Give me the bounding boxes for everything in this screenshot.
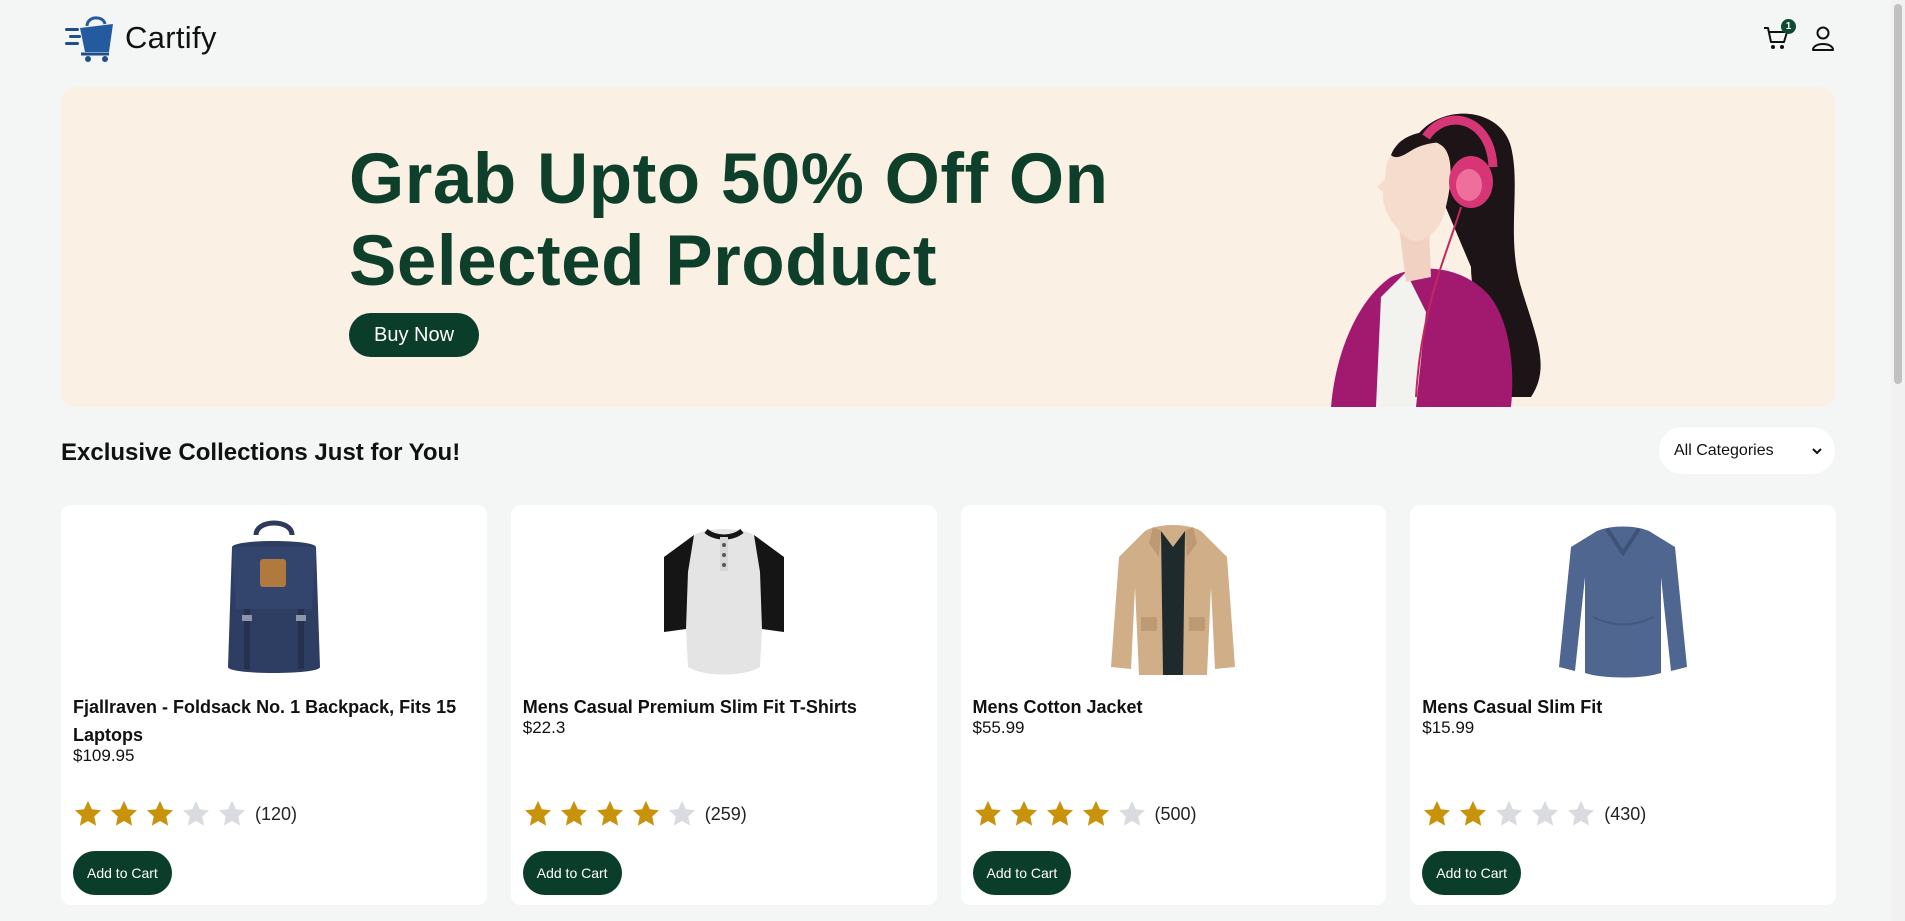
star-filled-icon	[632, 800, 659, 826]
scrollbar-thumb[interactable]	[1894, 4, 1902, 384]
header: Cartify 1	[61, 0, 1836, 86]
product-price: $22.3	[522, 718, 566, 737]
add-to-cart-button[interactable]: Add to Cart	[522, 851, 622, 895]
cart-count-badge: 1	[1781, 19, 1796, 34]
star-filled-icon	[1460, 800, 1487, 826]
add-to-cart-button[interactable]: Add to Cart	[1422, 851, 1522, 895]
longsleeve-icon	[1559, 526, 1688, 678]
logo[interactable]: Cartify	[63, 14, 217, 62]
jacket-icon	[1111, 525, 1236, 675]
backpack-icon	[227, 520, 320, 673]
product-price: $109.95	[73, 746, 135, 765]
hero-title-line1: Grab Upto 50% Off On	[349, 140, 1109, 219]
product-rating: (500)	[973, 799, 1197, 829]
product-card[interactable]: Mens Casual Premium Slim Fit T-Shirts $2…	[510, 505, 937, 905]
hero-title: Grab Upto 50% Off On Selected Product	[349, 139, 1249, 303]
star-filled-icon	[1010, 800, 1037, 826]
buy-now-button[interactable]: Buy Now	[349, 313, 480, 357]
star-filled-icon	[1424, 800, 1451, 826]
product-card[interactable]: Mens Cotton Jacket $55.99 (500) Add to C…	[960, 505, 1387, 905]
product-rating: (259)	[523, 799, 747, 829]
star-filled-icon	[75, 800, 101, 826]
add-to-cart-button[interactable]: Add to Cart	[73, 851, 172, 895]
star-filled-icon	[147, 800, 173, 826]
product-card[interactable]: Fjallraven - Foldsack No. 1 Backpack, Fi…	[61, 505, 487, 905]
rating-count: (430)	[1604, 803, 1647, 824]
star-empty-icon	[219, 800, 245, 826]
add-to-cart-button[interactable]: Add to Cart	[972, 851, 1072, 895]
star-filled-icon	[524, 800, 551, 826]
star-filled-icon	[111, 800, 137, 826]
category-select-value: All Categories	[1674, 441, 1774, 459]
star-empty-icon	[1496, 800, 1523, 826]
product-card[interactable]: Mens Casual Slim Fit $15.99 (430) Add to…	[1410, 505, 1836, 905]
star-filled-icon	[1082, 800, 1109, 826]
star-empty-icon	[1568, 800, 1595, 826]
account-button[interactable]	[1810, 24, 1836, 52]
star-empty-icon	[183, 800, 209, 826]
hero-title-line2: Selected Product	[349, 222, 937, 301]
product-title[interactable]: Mens Cotton Jacket	[973, 693, 1375, 721]
category-select[interactable]: All Categories	[1659, 427, 1835, 474]
user-icon	[1812, 26, 1834, 51]
star-empty-icon	[668, 800, 695, 826]
star-empty-icon	[1532, 800, 1559, 826]
star-filled-icon	[596, 800, 623, 826]
product-title[interactable]: Mens Casual Slim Fit	[1422, 693, 1824, 721]
page-scrollbar[interactable]	[1891, 0, 1905, 921]
brand-name: Cartify	[125, 20, 217, 55]
shopping-bag-logo-icon	[65, 16, 113, 62]
product-grid: Fjallraven - Foldsack No. 1 Backpack, Fi…	[61, 505, 1836, 905]
star-filled-icon	[560, 800, 587, 826]
product-rating: (430)	[1422, 799, 1646, 829]
product-price: $15.99	[1422, 718, 1475, 737]
tshirt-icon	[663, 528, 784, 675]
rating-count: (120)	[255, 803, 298, 824]
product-title[interactable]: Fjallraven - Foldsack No. 1 Backpack, Fi…	[73, 693, 475, 749]
product-rating: (120)	[73, 799, 297, 829]
chevron-down-icon	[1812, 447, 1822, 454]
hero-banner: Grab Upto 50% Off On Selected Product Bu…	[61, 87, 1835, 407]
product-title[interactable]: Mens Casual Premium Slim Fit T-Shirts	[523, 693, 925, 721]
star-filled-icon	[1046, 800, 1073, 826]
rating-count: (500)	[1154, 803, 1197, 824]
collections-header: Exclusive Collections Just for You! All …	[61, 427, 1835, 477]
product-price: $55.99	[972, 718, 1025, 737]
woman-with-headphones-image	[1331, 113, 1541, 407]
header-actions: 1	[1762, 19, 1836, 52]
cart-button[interactable]: 1	[1762, 19, 1796, 52]
star-filled-icon	[974, 800, 1001, 826]
page: Cartify 1 Grab Upto 50% Off On Selected …	[61, 0, 1836, 905]
section-title: Exclusive Collections Just for You!	[61, 439, 461, 466]
rating-count: (259)	[704, 803, 747, 824]
star-empty-icon	[1118, 800, 1145, 826]
